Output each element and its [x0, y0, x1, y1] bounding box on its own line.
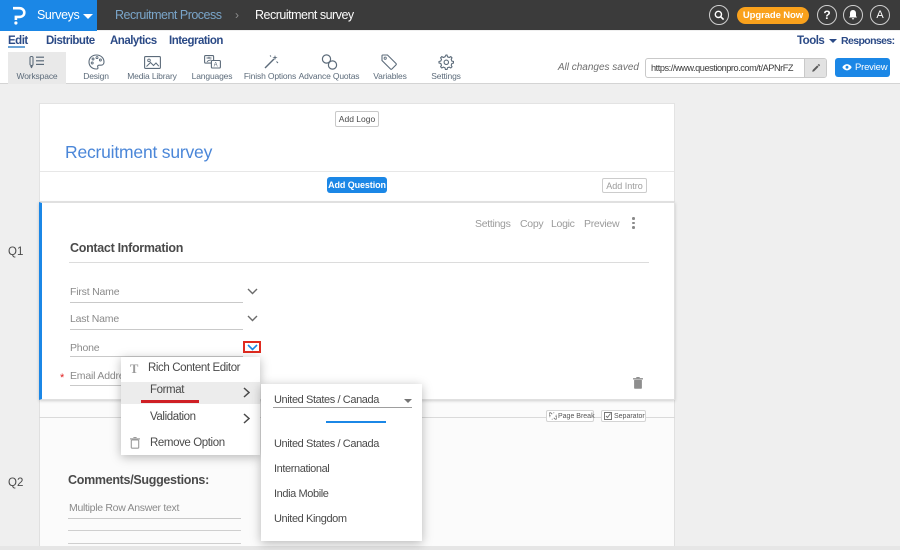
svg-text:A: A [214, 63, 218, 69]
